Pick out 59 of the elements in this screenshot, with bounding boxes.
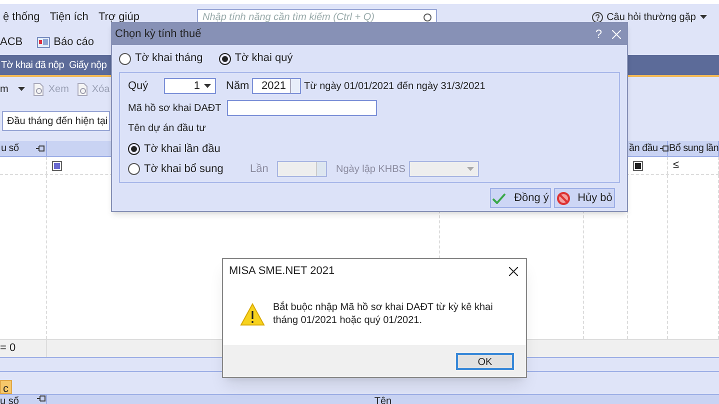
- period-dropdown[interactable]: Đầu tháng đến hiện tại: [2, 111, 110, 131]
- radio-label[interactable]: Tờ khai bổ sung: [144, 160, 224, 178]
- quarter-select[interactable]: 1: [164, 78, 216, 94]
- radio-button[interactable]: [128, 143, 140, 155]
- field-label: Lần: [250, 162, 267, 177]
- document-icon: [33, 82, 44, 96]
- radio-label[interactable]: Tờ khai tháng: [135, 50, 203, 67]
- menu-item[interactable]: ệ thống: [3, 8, 40, 26]
- caret-icon: [18, 87, 26, 91]
- message-title: MISA SME.NET 2021: [229, 264, 335, 279]
- radio-button[interactable]: [119, 52, 131, 64]
- ok-button[interactable]: OK: [456, 352, 514, 370]
- row-checkbox[interactable]: [52, 160, 62, 170]
- close-icon[interactable]: [509, 266, 518, 276]
- message-text: Bắt buộc nhập Mã hồ sơ khai DAĐT từ kỳ kê khai tháng 01/2021 hoặc quý 01/2021.: [273, 301, 494, 327]
- column-header[interactable]: u số: [1, 141, 19, 156]
- help-icon[interactable]: [592, 12, 603, 22]
- action-button[interactable]: m: [0, 82, 26, 96]
- field-label: Ngày lập KHBS: [336, 162, 406, 176]
- panel-tab[interactable]: c: [0, 380, 12, 394]
- caret-icon: [467, 167, 474, 171]
- radio-label[interactable]: Tờ khai quý: [234, 50, 293, 67]
- radio-button[interactable]: [218, 52, 231, 64]
- dialog-title: Chọn kỳ tính thuế: [115, 26, 202, 42]
- caret-icon: [700, 15, 707, 19]
- column-header[interactable]: u số: [0, 395, 19, 404]
- search-icon: [423, 12, 432, 22]
- field-label: Năm: [226, 78, 250, 94]
- pin-icon[interactable]: [37, 395, 46, 402]
- radio-button[interactable]: [128, 163, 140, 175]
- radio-label[interactable]: Tờ khai lần đầu: [144, 140, 220, 158]
- menu-item[interactable]: Tiện ích: [50, 8, 88, 26]
- faq-link[interactable]: Câu hỏi thường gặp: [606, 10, 696, 24]
- column-header[interactable]: Tên: [374, 395, 392, 404]
- field-label: Quý: [128, 78, 150, 94]
- cancel-button[interactable]: Hủy bỏ: [554, 188, 615, 208]
- menu-item[interactable]: Trợ giúp: [98, 8, 140, 26]
- check-icon: [492, 192, 506, 204]
- toolbar-button[interactable]: Báo cáo: [36, 34, 94, 51]
- number-spinner[interactable]: 2021: [252, 78, 301, 94]
- report-icon: [36, 37, 50, 48]
- pin-icon[interactable]: [660, 145, 669, 152]
- caret-icon: [204, 84, 211, 88]
- ok-button[interactable]: Đồng ý: [490, 188, 551, 208]
- tab[interactable]: Giấy nộp: [68, 58, 107, 72]
- field-label: Tên dự án đầu tư: [128, 122, 206, 136]
- date-range: Từ ngày 01/01/2021 đến ngày 31/3/2021: [304, 80, 486, 94]
- code-input[interactable]: [227, 100, 377, 116]
- column-header[interactable]: Bổ sung lần: [669, 141, 719, 156]
- forbidden-icon: [556, 192, 570, 204]
- toolbar-button[interactable]: ACB: [0, 34, 23, 51]
- tab[interactable]: Tờ khai đã nộp: [1, 58, 64, 72]
- first-time-checkbox[interactable]: [633, 160, 643, 170]
- table-cell-text: ≤: [673, 158, 680, 174]
- document-icon: [76, 82, 88, 96]
- column-header[interactable]: ần đầu: [629, 141, 658, 156]
- warning-icon: [240, 302, 265, 326]
- field-label: Mã hồ sơ khai DAĐT: [128, 102, 222, 116]
- pin-icon[interactable]: [36, 145, 45, 152]
